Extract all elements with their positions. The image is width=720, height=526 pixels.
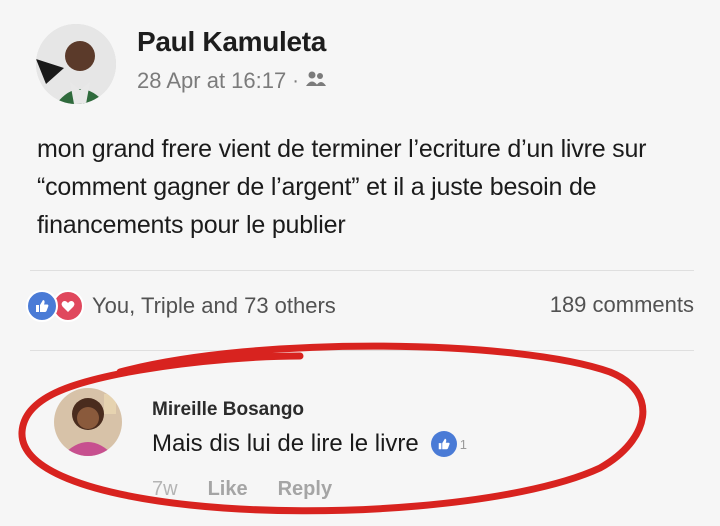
comment-actions: 7w Like Reply [152,478,332,501]
separator-dot: · [292,69,299,92]
comment-body: Mais dis lui de lire le livre [152,430,419,457]
friends-icon[interactable] [305,68,327,94]
comments-count[interactable]: 189 comments [550,292,694,318]
facebook-post: Paul Kamuleta 28 Apr at 16:17 · mon gran… [0,0,720,526]
reactions-text[interactable]: You, Triple and 73 others [92,293,336,319]
commenter-avatar[interactable] [54,388,122,456]
commenter-name[interactable]: Mireille Bosango [152,399,304,421]
post-meta: 28 Apr at 16:17 · [137,68,327,94]
post-timestamp[interactable]: 28 Apr at 16:17 [137,68,286,94]
divider [30,270,694,271]
comment-like-count: 1 [459,436,467,452]
reactions-summary[interactable]: You, Triple and 73 others [26,290,336,322]
comment-reply-button[interactable]: Reply [278,478,332,501]
post-body-text: mon grand frere vient de terminer l’ecri… [37,135,647,239]
comment-like-button[interactable]: Like [208,478,248,501]
author-avatar[interactable] [36,24,116,104]
comment-like-icon[interactable] [430,431,457,457]
comment-time[interactable]: 7w [152,478,178,501]
divider [30,350,694,351]
like-icon [26,290,58,322]
comment-text-row: Mais dis lui de lire le livre 1 [152,430,467,458]
author-name[interactable]: Paul Kamuleta [137,26,326,58]
